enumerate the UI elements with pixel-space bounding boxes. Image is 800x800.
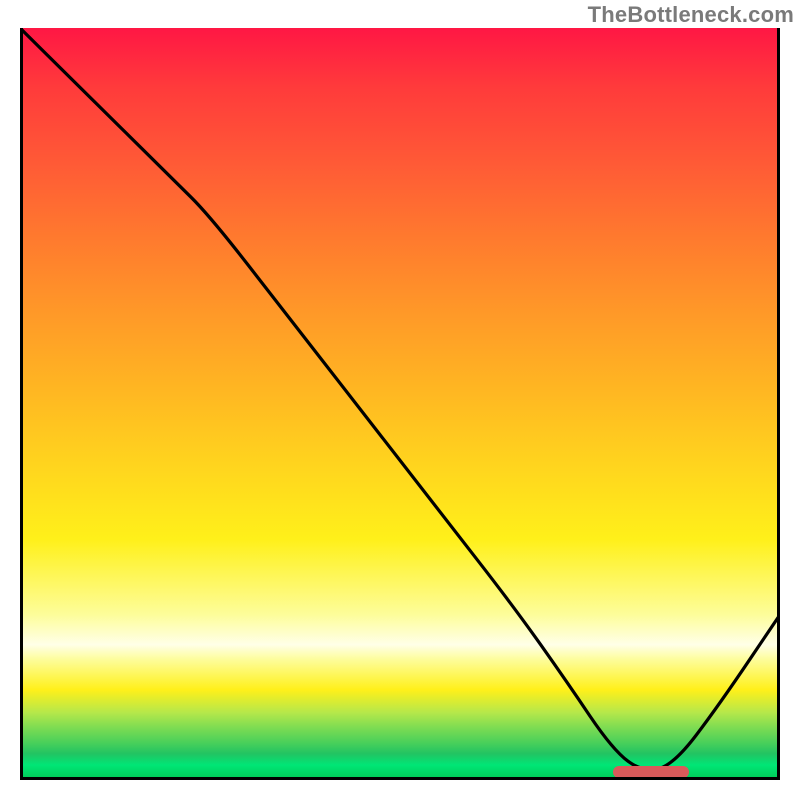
chart-canvas: TheBottleneck.com — [0, 0, 800, 800]
plot-area — [20, 28, 780, 780]
series-line — [20, 28, 780, 780]
axes-frame — [20, 28, 780, 780]
watermark-label: TheBottleneck.com — [588, 2, 794, 28]
optimum-marker — [613, 766, 689, 778]
